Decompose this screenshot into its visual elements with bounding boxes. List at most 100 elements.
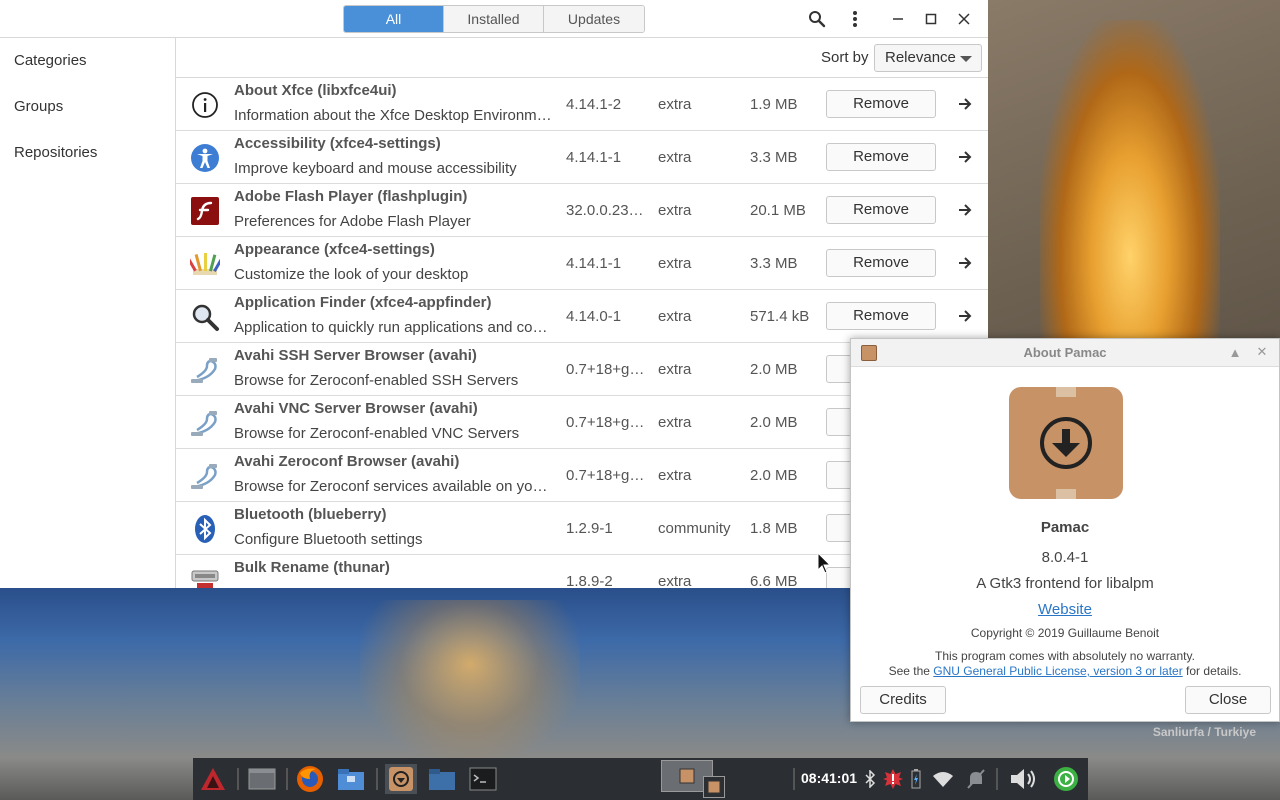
license-link[interactable]: GNU General Public License, version 3 or… — [933, 664, 1182, 678]
package-repo: extra — [658, 467, 692, 484]
sidebar-item-repositories[interactable]: Repositories — [14, 144, 97, 161]
package-size: 1.9 MB — [750, 96, 798, 113]
bluetooth-tray-icon[interactable] — [860, 764, 880, 794]
package-description: Browse for Zeroconf-enabled SSH Servers — [234, 372, 519, 389]
package-version: 4.14.0-1 — [566, 308, 622, 325]
battery-icon[interactable] — [906, 764, 926, 794]
package-version: 1.8.9-2 — [566, 573, 613, 588]
package-version: 4.14.1-1 — [566, 149, 622, 166]
package-size: 20.1 MB — [750, 202, 806, 219]
clock[interactable]: 08:41:01 — [801, 770, 857, 786]
folder-icon[interactable] — [427, 764, 457, 794]
wallpaper-reflection — [360, 600, 580, 760]
pamac-task-icon[interactable] — [385, 764, 417, 794]
maximize-icon[interactable] — [919, 7, 943, 31]
accessibility-icon — [188, 141, 222, 175]
arrow-right-icon[interactable] — [954, 252, 976, 274]
package-row[interactable]: Application Finder (xfce4-appfinder) Appl… — [176, 290, 988, 343]
remove-button[interactable]: Remove — [826, 143, 936, 171]
package-repo: extra — [658, 149, 692, 166]
tab-all[interactable]: All — [344, 6, 444, 32]
terminal-icon[interactable] — [468, 764, 498, 794]
license-text: See the GNU General Public License, vers… — [851, 664, 1279, 678]
mouse-cursor-icon — [817, 552, 831, 574]
arrow-right-icon[interactable] — [954, 146, 976, 168]
app-menu-icon[interactable] — [198, 764, 228, 794]
dialog-close-icon[interactable]: ✕ — [1254, 344, 1270, 360]
wifi-icon[interactable] — [928, 764, 958, 794]
package-repo: community — [658, 520, 731, 537]
package-description: Application to quickly run applications … — [234, 319, 554, 336]
tab-installed[interactable]: Installed — [444, 6, 544, 32]
package-repo: extra — [658, 573, 692, 588]
arrow-right-icon[interactable] — [954, 93, 976, 115]
shade-icon[interactable]: ▲ — [1227, 344, 1243, 360]
package-size: 1.8 MB — [750, 520, 798, 537]
volume-icon[interactable] — [1008, 764, 1038, 794]
close-icon[interactable] — [952, 7, 976, 31]
package-name: Avahi VNC Server Browser (avahi) — [234, 400, 478, 417]
license-suffix: for details. — [1182, 664, 1242, 678]
package-repo: extra — [658, 96, 692, 113]
remove-button[interactable]: Remove — [826, 249, 936, 277]
sidebar-item-groups[interactable]: Groups — [14, 98, 63, 115]
package-description: Improve keyboard and mouse accessibility — [234, 160, 517, 177]
wallpaper-caption: Sanliurfa / Turkiye — [1152, 725, 1256, 739]
firefox-icon[interactable] — [295, 764, 325, 794]
package-row[interactable]: About Xfce (libxfce4ui) Information about… — [176, 78, 988, 131]
package-name: Bulk Rename (thunar) — [234, 559, 390, 576]
minimize-icon[interactable] — [886, 7, 910, 31]
package-name: About Xfce (libxfce4ui) — [234, 82, 397, 99]
info-icon — [188, 88, 222, 122]
pamac-logo — [1009, 387, 1123, 499]
update-notifier-icon[interactable] — [880, 764, 906, 794]
close-button[interactable]: Close — [1185, 686, 1271, 714]
menu-icon[interactable] — [843, 7, 867, 31]
package-row[interactable]: Appearance (xfce4-settings) Customize the… — [176, 237, 988, 290]
desktop-icon[interactable] — [247, 764, 277, 794]
package-description: Preferences for Adobe Flash Player — [234, 213, 471, 230]
remove-button[interactable]: Remove — [826, 302, 936, 330]
warranty-text: This program comes with absolutely no wa… — [935, 649, 1195, 663]
download-icon — [1040, 417, 1092, 469]
package-row[interactable]: Accessibility (xfce4-settings) Improve ke… — [176, 131, 988, 184]
arrow-right-icon[interactable] — [954, 305, 976, 327]
power-icon[interactable] — [1051, 764, 1081, 794]
package-size: 3.3 MB — [750, 149, 798, 166]
search-icon[interactable] — [805, 7, 829, 31]
package-name: Accessibility (xfce4-settings) — [234, 135, 441, 152]
copyright-text: Copyright © 2019 Guillaume Benoit — [970, 626, 1160, 640]
credits-button[interactable]: Credits — [860, 686, 946, 714]
remove-button[interactable]: Remove — [826, 196, 936, 224]
pager-mini-icon — [703, 776, 725, 798]
app-name: Pamac — [1040, 519, 1090, 536]
package-version: 0.7+18+g… — [566, 467, 645, 484]
remove-button[interactable]: Remove — [826, 90, 936, 118]
package-size: 2.0 MB — [750, 361, 798, 378]
package-size: 3.3 MB — [750, 255, 798, 272]
headerbar: All Installed Updates — [0, 0, 988, 38]
tab-updates[interactable]: Updates — [544, 6, 644, 32]
package-description: Customize the look of your desktop — [234, 266, 469, 283]
package-repo: extra — [658, 202, 692, 219]
package-name: Bluetooth (blueberry) — [234, 506, 387, 523]
avahi-icon — [188, 459, 222, 493]
package-repo: extra — [658, 361, 692, 378]
sort-dropdown[interactable]: Relevance — [874, 44, 982, 72]
bulk-rename-icon — [188, 565, 222, 588]
app-comment: A Gtk3 frontend for libalpm — [976, 575, 1154, 592]
package-row[interactable]: Adobe Flash Player (flashplugin) Preferen… — [176, 184, 988, 237]
package-version: 4.14.1-1 — [566, 255, 622, 272]
notifications-muted-icon[interactable] — [961, 764, 991, 794]
view-switcher: All Installed Updates — [343, 5, 645, 33]
package-name: Avahi SSH Server Browser (avahi) — [234, 347, 477, 364]
package-description: Browse for Zeroconf-enabled VNC Servers — [234, 425, 520, 442]
license-prefix: See the — [888, 664, 934, 678]
sidebar-item-categories[interactable]: Categories — [14, 52, 87, 69]
package-description: Information about the Xfce Desktop Envir… — [234, 107, 554, 124]
file-manager-icon[interactable] — [336, 764, 366, 794]
arrow-right-icon[interactable] — [954, 199, 976, 221]
website-link[interactable]: Website — [851, 601, 1279, 618]
package-description: Configure Bluetooth settings — [234, 531, 423, 548]
flash-icon — [188, 194, 222, 228]
